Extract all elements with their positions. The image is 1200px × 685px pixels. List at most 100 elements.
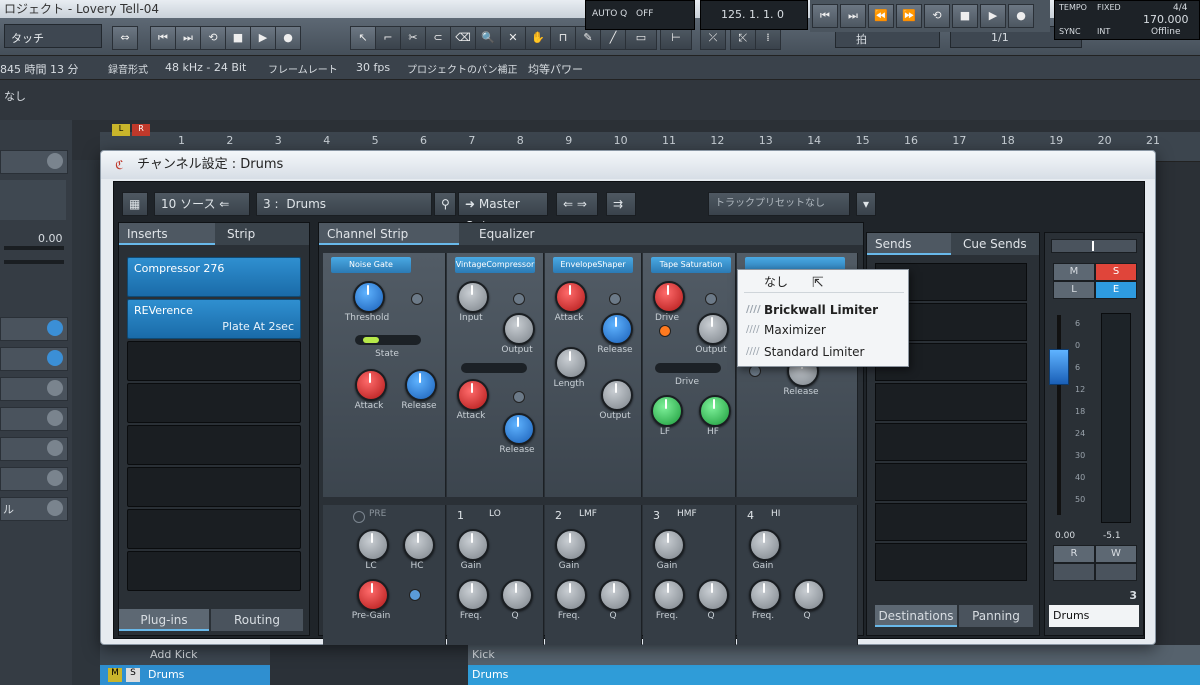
gate-attack-knob[interactable] [355, 369, 387, 401]
fader-extra-button[interactable] [1095, 563, 1137, 581]
record-button[interactable]: ● [275, 26, 301, 50]
inspector-row[interactable] [0, 150, 68, 174]
eq-freq-knob[interactable] [555, 579, 587, 611]
tape-drive-knob[interactable] [653, 281, 685, 313]
listen-button[interactable]: L [1053, 281, 1095, 299]
route-icon[interactable] [47, 350, 63, 366]
fader-extra-button[interactable] [1053, 563, 1095, 581]
preset-menu-icon[interactable]: ▾ [856, 192, 876, 216]
transport-cycle-button[interactable]: ⟲ [924, 4, 950, 28]
mute-tool-icon[interactable]: ✕ [500, 26, 526, 50]
timewarp-tool-icon[interactable]: ⊓ [550, 26, 576, 50]
send-slot[interactable] [875, 423, 1027, 461]
insert-slot-2[interactable]: REVerence Plate At 2sec [127, 299, 301, 339]
eq-q-knob[interactable] [599, 579, 631, 611]
eq-gain-knob[interactable] [457, 529, 489, 561]
tab-channel-strip[interactable]: Channel Strip [319, 223, 459, 245]
inspector-row[interactable] [0, 467, 68, 491]
env-attack-knob[interactable] [555, 281, 587, 313]
channel-name-field[interactable]: Drums [1049, 605, 1139, 627]
kick-event[interactable]: Kick [468, 645, 1200, 665]
tape-saturation-title[interactable]: Tape Saturation [651, 257, 731, 273]
right-locator-icon[interactable]: R [132, 124, 150, 136]
comp-release-knob[interactable] [503, 413, 535, 445]
send-slot[interactable] [875, 543, 1027, 581]
pregain-knob[interactable] [357, 579, 389, 611]
insert-slot-empty[interactable] [127, 509, 301, 549]
env-release-knob[interactable] [601, 313, 633, 345]
insert-slot-empty[interactable] [127, 467, 301, 507]
track-row-selected[interactable]: M S Drums [100, 665, 270, 685]
rec-format-value[interactable]: 48 kHz - 24 Bit [165, 61, 246, 74]
transport-record-button[interactable]: ● [1008, 4, 1034, 28]
insert-slot-1[interactable]: Compressor 276 [127, 257, 301, 297]
eq-gain-knob[interactable] [555, 529, 587, 561]
inspector-row[interactable] [0, 407, 68, 431]
tape-output-knob[interactable] [697, 313, 729, 345]
insert-slot-empty[interactable] [127, 425, 301, 465]
tab-cue-sends[interactable]: Cue Sends [955, 233, 1039, 255]
vintage-compressor-title[interactable]: VintageCompressor [455, 257, 535, 273]
mute-icon[interactable]: M [108, 668, 122, 682]
drums-clip[interactable]: Drums [468, 665, 1200, 685]
stop-button[interactable]: ■ [225, 26, 251, 50]
solo-button[interactable]: S [1095, 263, 1137, 281]
tape-hf-knob[interactable] [699, 395, 731, 427]
read-automation-button[interactable]: R [1053, 545, 1095, 563]
menu-item-brickwall[interactable]: ////Brickwall Limiter [738, 300, 908, 320]
inspector-row[interactable] [0, 437, 68, 461]
inspector-row[interactable] [0, 347, 68, 371]
phase-led[interactable] [409, 589, 421, 601]
track-row[interactable]: Add Kick [100, 645, 270, 665]
send-slot[interactable] [875, 383, 1027, 421]
transport-stop-button[interactable]: ■ [952, 4, 978, 28]
inspector-pan-slider[interactable] [4, 260, 64, 264]
eq-q-knob[interactable] [697, 579, 729, 611]
envelope-shaper-title[interactable]: EnvelopeShaper [553, 257, 633, 273]
list-icon[interactable] [47, 440, 63, 456]
insert-slot-empty[interactable] [127, 551, 301, 591]
tab-equalizer[interactable]: Equalizer [471, 223, 671, 245]
threshold-knob[interactable] [353, 281, 385, 313]
monitor-icon[interactable] [47, 410, 63, 426]
hand-tool-icon[interactable]: ✋ [525, 26, 551, 50]
noise-gate-title[interactable]: Noise Gate [331, 257, 411, 273]
transport-play-button[interactable]: ▶ [980, 4, 1006, 28]
tab-plugins[interactable]: Plug-ins [119, 609, 209, 631]
insert-slot-empty[interactable] [127, 383, 301, 423]
menu-item-maximizer[interactable]: //// Maximizer [738, 320, 908, 340]
tape-dual-led[interactable] [659, 325, 671, 337]
left-locator-icon[interactable]: L [112, 124, 130, 136]
route-icon[interactable] [47, 320, 63, 336]
range-tool-icon[interactable]: ⌐ [375, 26, 401, 50]
nav-arrows[interactable]: ⇐ ⇒ [556, 192, 598, 216]
tape-lf-knob[interactable] [651, 395, 683, 427]
comp-attack-knob[interactable] [457, 379, 489, 411]
env-length-knob[interactable] [555, 347, 587, 379]
layout-icon[interactable]: ▦ [122, 192, 148, 216]
tab-sends[interactable]: Sends [867, 233, 951, 255]
node-icon[interactable] [47, 380, 63, 396]
transport-end-button[interactable]: ⏭ [840, 4, 866, 28]
eq-freq-knob[interactable] [653, 579, 685, 611]
tab-panning[interactable]: Panning [959, 605, 1033, 627]
gate-release-knob[interactable] [405, 369, 437, 401]
highcut-knob[interactable] [403, 529, 435, 561]
write-automation-button[interactable]: W [1095, 545, 1137, 563]
edit-icon[interactable] [47, 153, 63, 169]
comp-output-knob[interactable] [503, 313, 535, 345]
split-tool-icon[interactable]: ✂ [400, 26, 426, 50]
env-output-knob[interactable] [601, 379, 633, 411]
note-icon[interactable] [47, 470, 63, 486]
eq-freq-knob[interactable] [457, 579, 489, 611]
solo-icon[interactable]: S [126, 668, 140, 682]
insert-slot-empty[interactable] [127, 341, 301, 381]
comp-led[interactable] [513, 293, 525, 305]
go-end-button[interactable]: ⏭ [175, 26, 201, 50]
eq-freq-knob[interactable] [749, 579, 781, 611]
env-led[interactable] [609, 293, 621, 305]
transport-start-button[interactable]: ⏮ [812, 4, 838, 28]
eq-gain-knob[interactable] [653, 529, 685, 561]
zoom-tool-icon[interactable]: 🔍 [475, 26, 501, 50]
inspector-row[interactable] [0, 317, 68, 341]
